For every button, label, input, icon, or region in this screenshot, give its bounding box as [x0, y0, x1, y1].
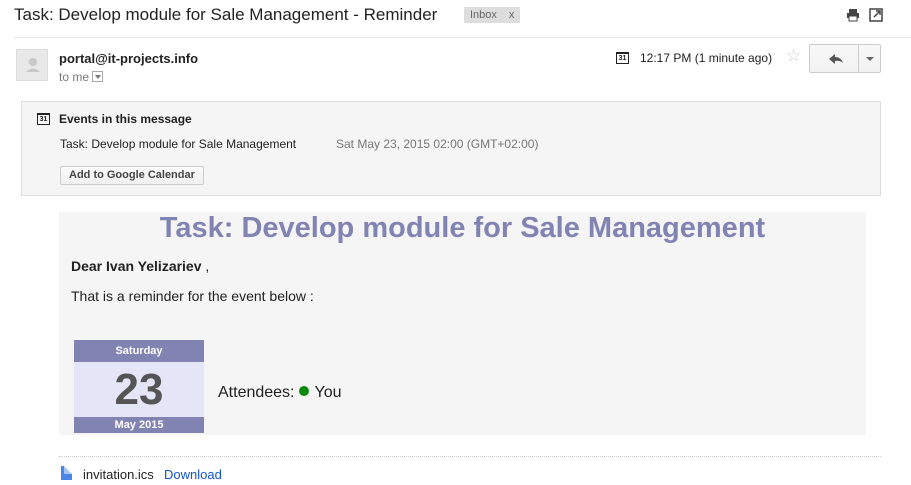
calendar-day: 23 [74, 362, 204, 417]
attachment-file-name[interactable]: invitation.ics [83, 467, 154, 482]
events-box: 31 Events in this message Task: Develop … [21, 101, 881, 196]
attendee-status-icon [298, 386, 309, 396]
calendar-weekday: Saturday [74, 340, 204, 362]
inbox-label-text[interactable]: Inbox [470, 9, 497, 21]
email-body: Task: Develop module for Sale Management… [59, 212, 866, 435]
attendees: Attendees: You [218, 384, 342, 402]
greeting: Dear Ivan Yelizariev , [71, 258, 209, 274]
body-title: Task: Develop module for Sale Management [159, 212, 766, 244]
print-icon[interactable] [846, 8, 860, 22]
attendee-name: You [314, 384, 342, 401]
file-icon [61, 466, 72, 480]
recipient-text: to me [59, 70, 90, 84]
more-options-button[interactable] [858, 44, 881, 73]
remove-label-button[interactable]: x [509, 9, 515, 21]
email-subject: Task: Develop module for Sale Management… [14, 5, 438, 24]
message-time: 12:17 PM (1 minute ago) [640, 51, 773, 65]
sender-address[interactable]: portal@it-projects.info [59, 51, 198, 66]
reply-button[interactable] [809, 44, 859, 73]
attendees-label: Attendees: [218, 384, 295, 401]
inbox-label[interactable]: Inbox x [464, 7, 521, 23]
avatar [16, 49, 48, 81]
recipient-line[interactable]: to me [59, 70, 104, 84]
calendar-month-year: May 2015 [74, 417, 204, 433]
event-date: Sat May 23, 2015 02:00 (GMT+02:00) [336, 137, 539, 151]
event-calendar-card: Saturday 23 May 2015 [74, 340, 204, 433]
divider [14, 37, 911, 38]
reply-icon [829, 54, 843, 64]
events-calendar-icon: 31 [37, 113, 50, 125]
recipient-details-dropdown-icon[interactable] [92, 71, 104, 82]
events-title: Events in this message [59, 112, 192, 126]
intro-text: That is a reminder for the event below : [71, 288, 314, 304]
new-window-icon[interactable] [869, 8, 883, 22]
greeting-prefix: Dear [71, 258, 103, 274]
greeting-suffix: , [205, 258, 210, 274]
greeting-name: Ivan Yelizariev [106, 258, 202, 274]
attachment-divider [59, 456, 881, 457]
subject-bar: Task: Develop module for Sale Management… [0, 0, 911, 30]
avatar-icon [26, 58, 40, 72]
download-link[interactable]: Download [164, 467, 222, 482]
star-icon[interactable]: ☆ [786, 46, 801, 66]
add-to-google-calendar-button[interactable]: Add to Google Calendar [60, 166, 204, 185]
calendar-icon: 31 [616, 52, 629, 64]
event-name: Task: Develop module for Sale Management [60, 137, 297, 151]
